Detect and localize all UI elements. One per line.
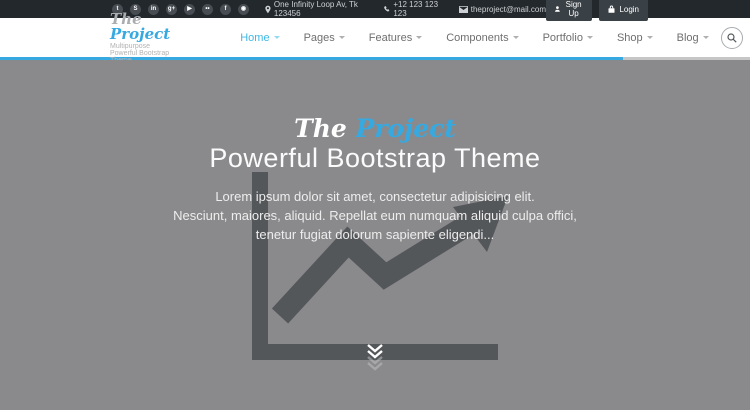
chevron-down-icon: [647, 36, 653, 39]
address-item: One Infinity Loop Av, Tk 123456: [265, 0, 369, 18]
dribbble-icon[interactable]: ◉: [238, 4, 249, 15]
search-button[interactable]: [721, 27, 743, 49]
auth-buttons: Sign Up Login: [546, 0, 648, 21]
email-item: theproject@mail.com: [459, 5, 546, 14]
nav-label: Pages: [304, 32, 335, 44]
nav-item-home[interactable]: Home: [228, 32, 291, 44]
chevron-down-icon: [587, 36, 593, 39]
chevron-down-icon: [339, 36, 345, 39]
lock-icon: [608, 5, 615, 13]
nav-item-features[interactable]: Features: [357, 32, 434, 44]
sign-up-button[interactable]: Sign Up: [546, 0, 592, 21]
location-pin-icon: [265, 5, 271, 14]
chevron-down-icon: [703, 36, 709, 39]
nav-label: Features: [369, 32, 412, 44]
double-chevron-down-icon: [365, 344, 385, 372]
envelope-icon: [459, 6, 468, 13]
email-text: theproject@mail.com: [471, 5, 546, 14]
hero-paragraph: Lorem ipsum dolor sit amet, consectetur …: [0, 187, 750, 244]
login-label: Login: [619, 5, 639, 14]
hero-heading: Powerful Bootstrap Theme: [0, 143, 750, 174]
phone-icon: [384, 5, 391, 13]
youtube-icon[interactable]: ▶: [184, 4, 195, 15]
main-header: The Project Multipurpose Powerful Bootst…: [0, 18, 750, 57]
logo-project: Project: [110, 25, 170, 43]
chevron-down-icon: [513, 36, 519, 39]
hero-logo-project: Project: [356, 114, 456, 143]
nav-label: Home: [240, 32, 269, 44]
login-button[interactable]: Login: [599, 0, 648, 21]
hero-text-block: The Project Powerful Bootstrap Theme Lor…: [0, 60, 750, 244]
nav-label: Components: [446, 32, 508, 44]
sign-up-label: Sign Up: [564, 0, 584, 18]
phone-text: +12 123 123 123: [393, 0, 443, 18]
address-text: One Infinity Loop Av, Tk 123456: [274, 0, 369, 18]
header-actions: 3: [721, 27, 750, 49]
nav-item-shop[interactable]: Shop: [605, 32, 665, 44]
phone-item: +12 123 123 123: [384, 0, 444, 18]
hero-paragraph-line: tenetur fugiat dolorum sapiente eligendi…: [0, 225, 750, 244]
chevron-down-icon: [274, 36, 280, 39]
logo-text: The Project: [110, 12, 170, 42]
user-icon: [555, 5, 560, 13]
nav-item-portfolio[interactable]: Portfolio: [531, 32, 605, 44]
nav-label: Portfolio: [543, 32, 583, 44]
main-nav: Home Pages Features Components Portfolio…: [228, 32, 720, 44]
nav-label: Shop: [617, 32, 643, 44]
search-icon: [727, 33, 737, 43]
facebook-icon[interactable]: f: [220, 4, 231, 15]
site-logo[interactable]: The Project Multipurpose Powerful Bootst…: [110, 12, 170, 64]
hero-paragraph-line: Lorem ipsum dolor sit amet, consectetur …: [0, 187, 750, 206]
chevron-down-icon: [416, 36, 422, 39]
scroll-down-button[interactable]: [365, 344, 385, 377]
flickr-icon[interactable]: ••: [202, 4, 213, 15]
hero-section: The Project Powerful Bootstrap Theme Lor…: [0, 60, 750, 410]
nav-item-pages[interactable]: Pages: [292, 32, 357, 44]
nav-item-blog[interactable]: Blog: [665, 32, 721, 44]
nav-label: Blog: [677, 32, 699, 44]
hero-logo-the: The: [294, 114, 347, 143]
hero-paragraph-line: Nesciunt, maiores, aliquid. Repellat eum…: [0, 206, 750, 225]
contact-info: One Infinity Loop Av, Tk 123456 +12 123 …: [265, 0, 546, 18]
hero-logo: The Project: [0, 60, 750, 142]
nav-item-components[interactable]: Components: [434, 32, 530, 44]
